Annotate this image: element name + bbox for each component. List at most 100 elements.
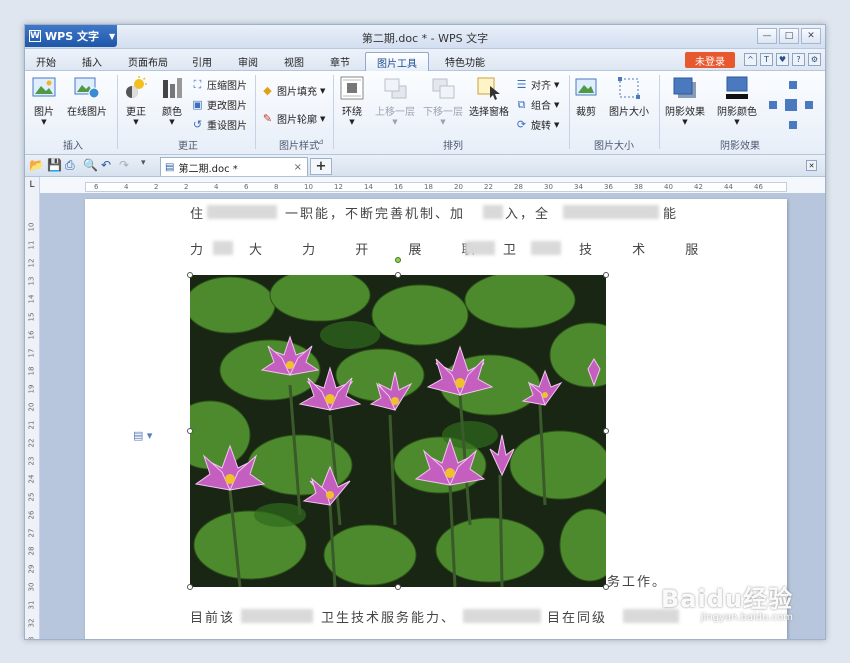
- picture-size-button[interactable]: 图片大小: [609, 75, 649, 118]
- reset-picture-button[interactable]: ↺ 重设图片: [191, 117, 247, 132]
- tab-insert[interactable]: 插入: [75, 52, 109, 71]
- redacted-area: [207, 205, 277, 219]
- minimize-button[interactable]: —: [757, 28, 777, 44]
- resize-handle-top-left[interactable]: [187, 272, 193, 278]
- tab-special-features[interactable]: 特色功能: [437, 52, 493, 71]
- rotate-handle[interactable]: [395, 257, 401, 263]
- help-icon[interactable]: ?: [792, 53, 805, 66]
- resize-handle-bottom-left[interactable]: [187, 584, 193, 590]
- ruler-tick-label: 46: [754, 183, 763, 191]
- chevron-down-icon: ▼: [41, 118, 47, 126]
- print-preview-icon[interactable]: 🔍: [83, 158, 98, 172]
- tab-view[interactable]: 视图: [279, 52, 309, 71]
- ruler-tick-label: 31: [27, 600, 36, 610]
- resize-handle-top[interactable]: [395, 272, 401, 278]
- align-button[interactable]: ☰ 对齐 ▼: [515, 77, 560, 92]
- color-button[interactable]: 颜色 ▼: [159, 75, 185, 126]
- maximize-button[interactable]: □: [779, 28, 799, 44]
- bring-forward-button[interactable]: 上移一层 ▼: [375, 75, 415, 126]
- ruler-tick-label: 29: [27, 564, 36, 574]
- tab-start[interactable]: 开始: [31, 52, 61, 71]
- resize-handle-bottom[interactable]: [395, 584, 401, 590]
- wrap-label: 环绕: [342, 107, 362, 118]
- send-backward-button[interactable]: 下移一层 ▼: [423, 75, 463, 126]
- body-text-line2-b: 卫: [503, 243, 535, 258]
- close-all-icon[interactable]: ✕: [806, 160, 817, 171]
- picture-outline-label: 图片轮廓: [277, 115, 317, 126]
- tab-page-layout[interactable]: 页面布局: [121, 52, 175, 71]
- picture-fill-button[interactable]: ◆ 图片填充 ▼: [261, 83, 325, 98]
- crop-button[interactable]: 裁剪: [573, 75, 599, 118]
- shadow-effect-button[interactable]: 阴影效果 ▼: [665, 75, 705, 126]
- ruler-tick-label: 16: [394, 183, 403, 191]
- vertical-ruler[interactable]: 10 11 12 13 14 15 16 17 18 19 20 21 22 23 24 25 26 27 28 29…: [25, 193, 40, 639]
- separator: [659, 75, 660, 149]
- undo-icon[interactable]: ↶: [101, 158, 111, 172]
- resize-handle-top-right[interactable]: [603, 272, 609, 278]
- picture-size-label: 图片大小: [609, 107, 649, 118]
- chevron-down-icon: ▼: [349, 118, 355, 126]
- chevron-down-icon: ▼: [554, 80, 560, 89]
- compress-picture-button[interactable]: ⛶ 压缩图片: [191, 77, 247, 93]
- resize-handle-left[interactable]: [187, 428, 193, 434]
- ruler-tick-label: 2: [154, 183, 159, 191]
- tab-references[interactable]: 引用: [187, 52, 217, 71]
- shadow-nudge-pad[interactable]: [767, 77, 815, 133]
- ruler-tick-label: 18: [424, 183, 433, 191]
- selection-pane-icon: [476, 75, 502, 101]
- selected-picture[interactable]: [190, 275, 606, 587]
- ruler-tick-label: 23: [27, 456, 36, 466]
- online-picture-button[interactable]: 在线图片: [67, 75, 107, 118]
- resize-handle-right[interactable]: [603, 428, 609, 434]
- body-text-line1-b: 入，全: [505, 207, 551, 222]
- skin-icon[interactable]: T: [760, 53, 773, 66]
- dialog-launcher-icon[interactable]: ⊿: [317, 137, 324, 146]
- tab-review[interactable]: 审阅: [231, 52, 265, 71]
- shadow-color-button[interactable]: 阴影颜色 ▼: [717, 75, 757, 126]
- shadow-color-icon: [724, 75, 750, 101]
- wrap-button[interactable]: 环绕 ▼: [339, 75, 365, 126]
- group-button[interactable]: ⧉ 组合 ▼: [515, 97, 560, 113]
- open-folder-icon[interactable]: 📂: [29, 158, 44, 172]
- new-tab-button[interactable]: +: [310, 158, 332, 175]
- print-icon[interactable]: ⎙: [65, 158, 75, 173]
- tab-section[interactable]: 章节: [323, 52, 357, 71]
- tab-picture-tools[interactable]: 图片工具: [365, 52, 429, 71]
- close-button[interactable]: ✕: [801, 28, 821, 44]
- document-page[interactable]: 住 一职能，不断完善机制、加 入，全 能 力 大 力 开 展 职 卫 技 术 服…: [85, 199, 787, 639]
- collapse-ribbon-icon[interactable]: ^: [744, 53, 757, 66]
- tab-stop-selector[interactable]: L: [25, 177, 40, 193]
- shield-icon[interactable]: ♥: [776, 53, 789, 66]
- chevron-down-icon: ▼: [734, 118, 740, 126]
- save-icon[interactable]: 💾: [47, 158, 62, 172]
- ruler-tick-label: 25: [27, 492, 36, 502]
- insert-picture-button[interactable]: 图片 ▼: [31, 75, 57, 126]
- document-icon: ▤: [165, 161, 175, 173]
- picture-outline-button[interactable]: ✎ 图片轮廓 ▼: [261, 111, 326, 126]
- group-insert-label: 插入: [63, 141, 83, 152]
- login-button[interactable]: 未登录: [685, 52, 735, 68]
- correct-label: 更正: [126, 107, 146, 118]
- close-tab-icon[interactable]: ×: [294, 162, 302, 173]
- body-text-line1-start: 住: [190, 207, 206, 222]
- group-icon: ⧉: [517, 97, 526, 111]
- ruler-tick-label: 33: [27, 637, 35, 639]
- picture-fill-label: 图片填充: [277, 87, 317, 98]
- horizontal-ruler[interactable]: 6 4 2 2 4 6 8 10 12 14 16 18 20 22 28 30 34 36 38 40 42 44 46: [85, 182, 787, 192]
- body-text-line2-end: 技 术 服: [579, 243, 717, 258]
- redo-icon[interactable]: ↷: [119, 158, 129, 172]
- body-text-line4: 卫生技术服务能力、: [321, 611, 457, 626]
- selection-pane-button[interactable]: 选择窗格: [469, 75, 509, 118]
- insert-picture-label: 图片: [34, 107, 54, 118]
- ruler-tick-label: 8: [274, 183, 279, 191]
- paragraph-layout-icon[interactable]: ▤ ▾: [133, 429, 152, 442]
- settings-icon[interactable]: ⚙: [808, 53, 821, 66]
- redacted-area: [463, 609, 541, 623]
- correct-button[interactable]: 更正 ▼: [123, 75, 149, 126]
- customize-toolbar-icon[interactable]: ▾: [141, 158, 146, 168]
- change-picture-button[interactable]: ▣ 更改图片: [191, 97, 247, 112]
- document-tab[interactable]: ▤ 第二期.doc * ×: [160, 157, 308, 176]
- shadow-color-label: 阴影颜色: [717, 107, 757, 118]
- reset-icon: ↺: [192, 118, 203, 131]
- rotate-button[interactable]: ⟳ 旋转 ▼: [515, 117, 560, 132]
